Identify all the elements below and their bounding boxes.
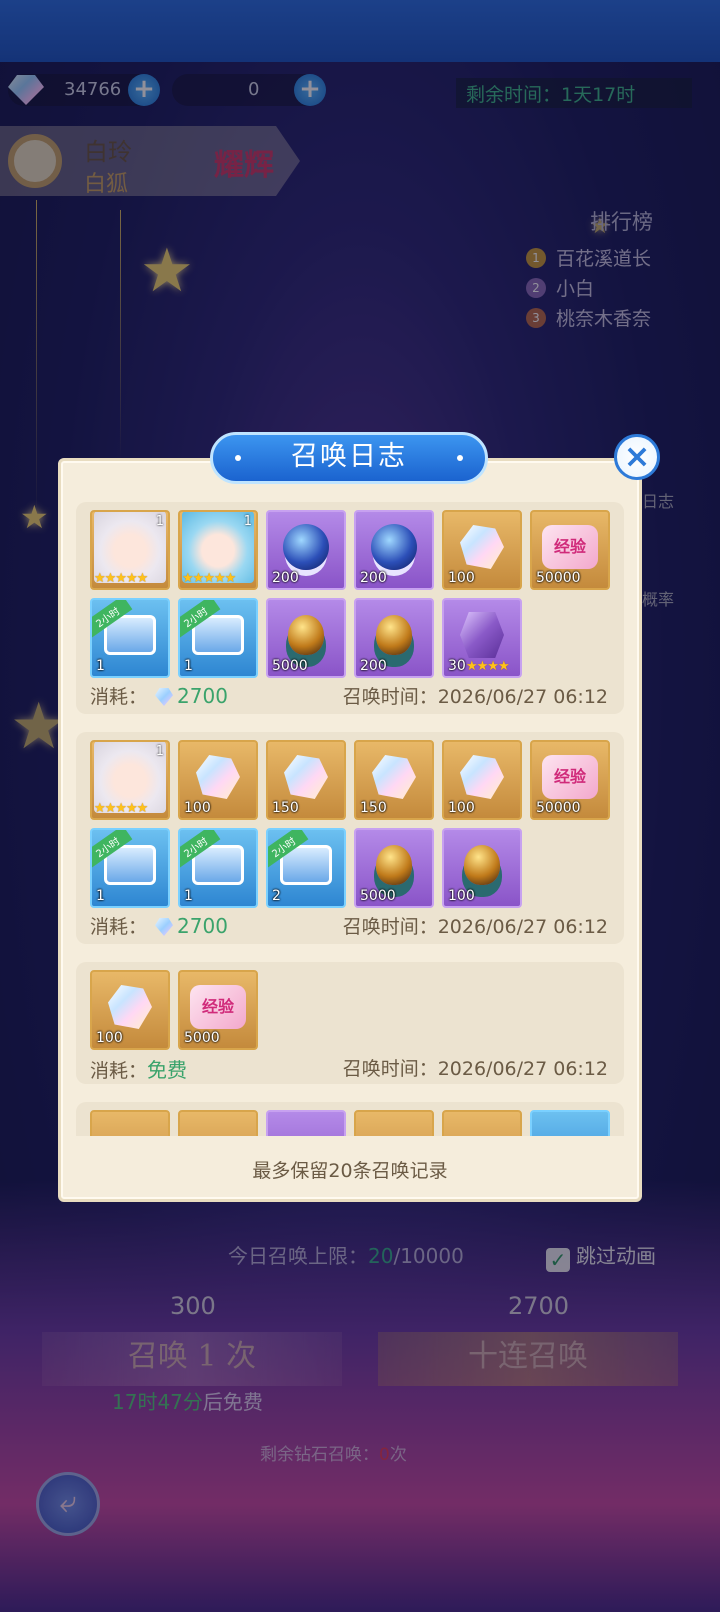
crystal-icon [108, 984, 152, 1029]
item-count: 50000 [536, 570, 581, 586]
reward-item[interactable]: 1 ★★★★★ [178, 510, 258, 590]
reward-item[interactable] [90, 1110, 170, 1136]
modal-footer: 最多保留20条召唤记录 [252, 1160, 448, 1182]
item-count: 100 [448, 888, 475, 904]
egg-icon [288, 614, 324, 655]
reward-item[interactable] [178, 1110, 258, 1136]
item-count: 1 [184, 658, 193, 674]
reward-item[interactable]: 1 ★★★★★ [90, 510, 170, 590]
cost-label: 消耗： [90, 686, 148, 708]
reward-item[interactable]: 30 ★★★★ [442, 598, 522, 678]
crystal-icon [460, 754, 504, 799]
egg-icon [376, 614, 412, 655]
item-count: 100 [184, 800, 211, 816]
reward-item[interactable]: 5000 [266, 598, 346, 678]
item-count: 200 [272, 570, 299, 586]
reward-item[interactable]: 100 [442, 740, 522, 820]
item-count: 200 [360, 658, 387, 674]
reward-item[interactable]: 100 [178, 740, 258, 820]
egg-icon [464, 844, 500, 885]
reward-item[interactable]: 200 [266, 510, 346, 590]
purplegem-icon [460, 611, 504, 658]
item-count: 150 [272, 800, 299, 816]
item-level: 1 [243, 514, 252, 529]
crystal-icon [284, 754, 328, 799]
close-button[interactable]: × [614, 434, 660, 480]
reward-item[interactable]: 2小时 1 [178, 828, 258, 908]
item-count: 150 [360, 800, 387, 816]
cost-value: 2700 [177, 914, 228, 938]
item-level: 1 [155, 744, 164, 759]
reward-item[interactable]: 经验 5000 [178, 970, 258, 1050]
record-cost: 消耗：免费 [90, 1054, 187, 1083]
diamond-icon [155, 918, 174, 936]
item-count: 100 [96, 1030, 123, 1046]
reward-item[interactable]: 1 ★★★★★ [90, 740, 170, 820]
crystal-icon [372, 754, 416, 799]
item-count: 2 [272, 888, 281, 904]
heart-icon: 经验 [190, 984, 246, 1029]
reward-item[interactable]: 150 [266, 740, 346, 820]
summon-record: 100 经验 5000 消耗：免费 召唤时间：2026/06/27 06:12 [76, 962, 624, 1084]
cost-value: 免费 [147, 1058, 188, 1082]
modal-title: 召唤日志 [210, 432, 488, 484]
item-level: 1 [155, 514, 164, 529]
reward-item[interactable]: 2小时 1 [178, 598, 258, 678]
star-rating: ★★★★★ [182, 571, 236, 586]
item-count: 5000 [272, 658, 308, 674]
item-count: 30 [448, 658, 466, 674]
summon-record: 1 ★★★★★ 100 150 150 100 经验 50000 2小时 1 2小时 1 2小时 2 500… [76, 732, 624, 944]
cost-value: 2700 [177, 684, 228, 708]
reward-item[interactable]: 100 [90, 970, 170, 1050]
item-count: 50000 [536, 800, 581, 816]
egg-icon [376, 844, 412, 885]
item-count: 1 [184, 888, 193, 904]
cost-label: 消耗： [90, 916, 148, 938]
reward-item[interactable] [442, 1110, 522, 1136]
reward-item[interactable] [354, 1110, 434, 1136]
record-list[interactable]: 1 ★★★★★ 1 ★★★★★ 200 200 100 经验 50000 2小时 1 2小时 1 5000… [76, 494, 624, 1136]
item-count: 5000 [360, 888, 396, 904]
item-count: 100 [448, 800, 475, 816]
item-count: 200 [360, 570, 387, 586]
reward-item[interactable]: 5000 [354, 828, 434, 908]
reward-item[interactable] [530, 1110, 610, 1136]
reward-item[interactable]: 经验 50000 [530, 740, 610, 820]
heart-icon: 经验 [542, 754, 598, 799]
summon-record: 1 ★★★★★ 1 ★★★★★ 200 200 100 经验 50000 2小时 1 2小时 1 5000… [76, 502, 624, 714]
item-count: 100 [448, 570, 475, 586]
reward-item[interactable]: 经验 50000 [530, 510, 610, 590]
reward-item[interactable]: 100 [442, 828, 522, 908]
record-cost: 消耗： 2700 [90, 682, 228, 709]
item-count: 1 [96, 658, 105, 674]
reward-item[interactable] [266, 1110, 346, 1136]
reward-item[interactable]: 200 [354, 598, 434, 678]
reward-item[interactable]: 2小时 1 [90, 828, 170, 908]
reward-item[interactable]: 150 [354, 740, 434, 820]
crystal-icon [460, 524, 504, 569]
cost-label: 消耗： [90, 1060, 148, 1082]
record-time: 召唤时间：2026/06/27 06:12 [342, 686, 608, 708]
reward-item[interactable]: 2小时 1 [90, 598, 170, 678]
star-rating: ★★★★★ [94, 801, 148, 816]
reward-item[interactable]: 100 [442, 510, 522, 590]
star-rating: ★★★★ [466, 659, 510, 674]
reward-item[interactable]: 2小时 2 [266, 828, 346, 908]
diamond-icon [155, 688, 174, 706]
record-time: 召唤时间：2026/06/27 06:12 [342, 1058, 608, 1080]
orb-icon [371, 523, 417, 570]
item-count: 5000 [184, 1030, 220, 1046]
star-rating: ★★★★★ [94, 571, 148, 586]
record-cost: 消耗： 2700 [90, 912, 228, 939]
reward-item[interactable]: 200 [354, 510, 434, 590]
item-count: 1 [96, 888, 105, 904]
record-time: 召唤时间：2026/06/27 06:12 [342, 916, 608, 938]
crystal-icon [196, 754, 240, 799]
orb-icon [283, 523, 329, 570]
heart-icon: 经验 [542, 524, 598, 569]
summon-record [76, 1102, 624, 1136]
